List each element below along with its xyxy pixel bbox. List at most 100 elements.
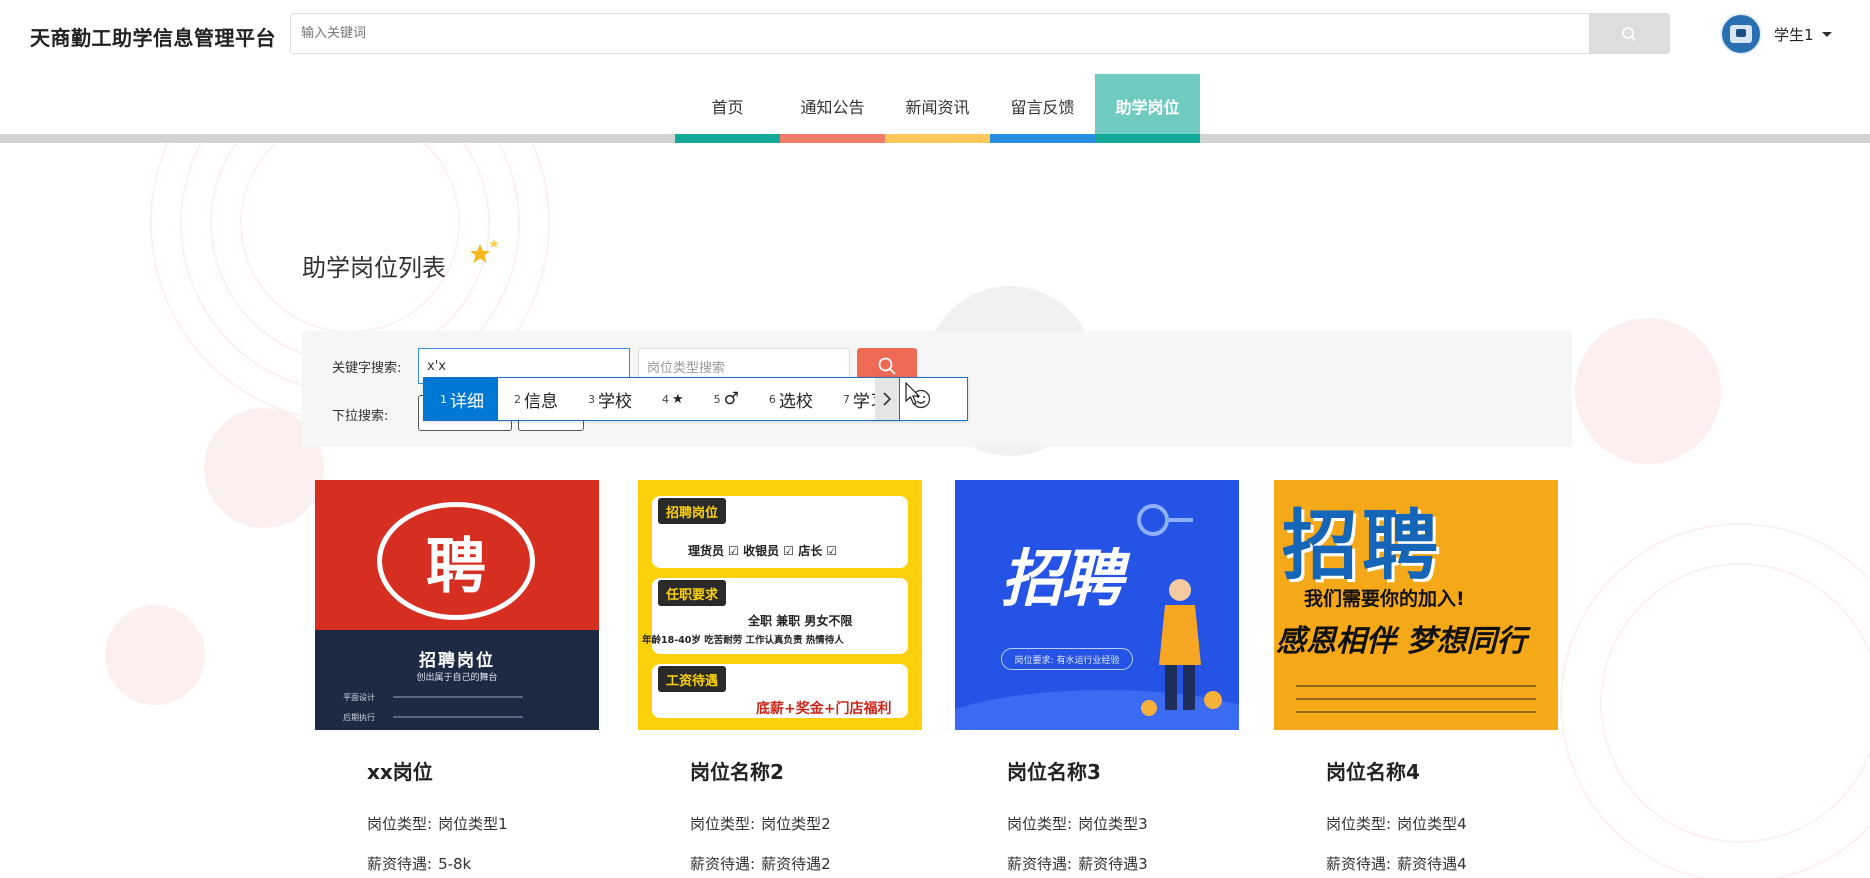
job-card-image[interactable]: 聘 招聘岗位 创出属于自己的舞台 平面设计 后期执行 — [315, 480, 599, 730]
job-card-image[interactable]: 招聘 我们需要你的加入! 感恩相伴 梦想同行 — [1274, 480, 1558, 730]
job-card-type-row: 岗位类型: 岗位类型4 — [1326, 813, 1467, 834]
user-name: 学生1 — [1774, 25, 1814, 44]
nav-item-feedback[interactable]: 留言反馈 — [990, 74, 1095, 143]
poster-fine-line — [1296, 698, 1536, 700]
top-header: 天商勤工助学信息管理平台 学生1 — [0, 0, 1870, 68]
user-menu[interactable]: 学生1 — [1720, 13, 1832, 55]
nav-item-bar — [990, 134, 1095, 143]
top-search-button[interactable] — [1589, 14, 1669, 53]
ime-candidate[interactable]: 2 信息 — [498, 378, 572, 420]
nav-item-bar — [780, 134, 885, 143]
ime-candidate-text: 学习 — [852, 391, 875, 412]
job-card-image[interactable]: 招聘 岗位要求: 有水运行业经验 — [955, 480, 1239, 730]
magnifier-icon — [1137, 504, 1193, 536]
job-type-label: 岗位类型: — [1007, 815, 1073, 833]
dropdown-search-label: 下拉搜索: — [332, 409, 389, 424]
job-card-title[interactable]: 岗位名称2 — [690, 756, 784, 785]
poster-hire-text: 招聘 — [1282, 501, 1442, 590]
ime-candidate-text: ♂ — [723, 389, 739, 409]
nav-item-label: 通知公告 — [800, 98, 865, 117]
job-card-type-row: 岗位类型: 岗位类型2 — [690, 813, 831, 834]
job-type-label: 岗位类型: — [1326, 815, 1392, 833]
main-nav: 首页 通知公告 新闻资讯 留言反馈 助学岗位 — [675, 74, 1200, 143]
poster-tag: 招聘岗位 — [658, 498, 727, 524]
main-content: 助学岗位列表 关键字搜索: x'x 岗位类型搜索 下拉搜索: 聘 招聘岗位 创出… — [0, 143, 1870, 878]
poster-tag: 任职要求 — [658, 580, 727, 606]
job-type-value: 岗位类型4 — [1397, 815, 1467, 833]
ime-candidate[interactable]: 4 ★ — [646, 378, 698, 420]
job-card-title[interactable]: 岗位名称3 — [1007, 756, 1101, 785]
poster-char: 聘 — [426, 531, 486, 602]
salary-label: 薪资待遇: — [367, 855, 433, 873]
ime-candidate-number: 3 — [588, 392, 595, 406]
job-card-type-row: 岗位类型: 岗位类型3 — [1007, 813, 1148, 834]
nav-item-bar — [885, 134, 990, 143]
poster-tag: 工资待遇 — [658, 666, 727, 692]
keyword-input-value: x'x — [427, 358, 446, 374]
nav-item-home[interactable]: 首页 — [675, 74, 780, 143]
job-card-salary-row: 薪资待遇: 5-8k — [367, 853, 471, 874]
job-card-image[interactable]: 招聘岗位 理货员 ☑ 收银员 ☑ 店长 ☑ 任职要求 全职 兼职 男女不限 年龄… — [638, 480, 922, 730]
ime-candidate-number: 5 — [713, 392, 721, 406]
job-card[interactable]: 招聘岗位 理货员 ☑ 收银员 ☑ 店长 ☑ 任职要求 全职 兼职 男女不限 年龄… — [638, 480, 922, 878]
poster-subtitle: 创出属于自己的舞台 — [416, 673, 498, 683]
site-brand[interactable]: 天商勤工助学信息管理平台 — [30, 22, 276, 51]
search-icon — [1622, 26, 1637, 41]
nav-item-news[interactable]: 新闻资讯 — [885, 74, 990, 143]
job-card-title[interactable]: 岗位名称4 — [1326, 756, 1420, 785]
top-search-input[interactable] — [291, 14, 1589, 53]
nav-item-jobs[interactable]: 助学岗位 — [1095, 74, 1200, 143]
salary-label: 薪资待遇: — [690, 855, 756, 873]
job-card-type-row: 岗位类型: 岗位类型1 — [367, 813, 508, 834]
ime-candidate[interactable]: 7学习 — [827, 378, 875, 420]
poster-line-label: 平面设计 — [343, 693, 375, 702]
ime-candidate-number: 2 — [514, 392, 521, 406]
ime-candidate-text: 学校 — [598, 391, 632, 412]
poster-roles: 理货员 ☑ 收银员 ☑ 店长 ☑ — [688, 544, 838, 558]
salary-value: 5-8k — [438, 855, 472, 873]
ime-candidate-bar: 1详细 2信息 3学校 4★ 5♂ 6选校 7学习 — [423, 377, 968, 421]
ime-candidate-number: 1 — [440, 392, 447, 406]
job-card[interactable]: 招聘 我们需要你的加入! 感恩相伴 梦想同行 岗位名称4 岗位类型: 岗位类型4 … — [1274, 480, 1558, 878]
ime-candidate[interactable]: 6 选校 — [753, 378, 827, 420]
mouse-cursor-icon — [905, 382, 921, 405]
page-title: 助学岗位列表 — [302, 254, 446, 282]
job-card[interactable]: 招聘 岗位要求: 有水运行业经验 岗位名称3 岗位类型: 岗位类型3 薪资待遇: 薪… — [955, 480, 1239, 878]
salary-label: 薪资待遇: — [1326, 855, 1392, 873]
poster-fine-line — [393, 696, 523, 698]
avatar[interactable] — [1720, 13, 1762, 55]
poster-requirements-detail: 年龄18-40岁 吃苦耐劳 工作认真负责 热情待人 — [642, 635, 844, 646]
job-card-title[interactable]: xx岗位 — [367, 756, 433, 785]
search-icon — [878, 357, 896, 375]
salary-value: 薪资待遇4 — [1397, 855, 1467, 873]
poster-requirement-pill: 岗位要求: 有水运行业经验 — [1001, 648, 1133, 670]
salary-label: 薪资待遇: — [1007, 855, 1073, 873]
star-icon — [470, 239, 499, 263]
job-card-salary-row: 薪资待遇: 薪资待遇3 — [1007, 853, 1148, 874]
ime-candidate[interactable]: 1 详细 — [424, 378, 498, 420]
ime-next-page-button[interactable] — [874, 378, 899, 420]
poster-fine-line — [393, 716, 523, 718]
poster-title: 招聘岗位 — [419, 651, 495, 671]
nav-item-bar — [675, 134, 780, 143]
nav-item-bar — [1095, 134, 1200, 143]
poster-slogan: 我们需要你的加入! — [1304, 588, 1465, 610]
ime-candidate-text: 详细 — [450, 391, 484, 412]
poster-pay: 底薪+奖金+门店福利 — [756, 701, 892, 717]
job-card-salary-row: 薪资待遇: 薪资待遇4 — [1326, 853, 1467, 874]
nav-item-notices[interactable]: 通知公告 — [780, 74, 885, 143]
job-card[interactable]: 聘 招聘岗位 创出属于自己的舞台 平面设计 后期执行 xx岗位 岗位类型: 岗位类… — [315, 480, 599, 878]
ime-candidate[interactable]: 5 ♂ — [698, 378, 753, 420]
ime-candidate-number: 6 — [768, 392, 776, 406]
ime-candidate[interactable]: 3 学校 — [572, 378, 646, 420]
nav-item-label: 新闻资讯 — [905, 98, 970, 117]
poster-hire-emblem: 聘 — [377, 502, 535, 620]
person-illustration-icon — [1141, 579, 1222, 716]
job-type-placeholder: 岗位类型搜索 — [647, 360, 726, 376]
nav-item-label: 助学岗位 — [1115, 98, 1180, 117]
ime-candidate-text: ★ — [672, 391, 684, 407]
salary-value: 薪资待遇2 — [761, 855, 831, 873]
job-card-salary-row: 薪资待遇: 薪资待遇2 — [690, 853, 831, 874]
poster-lower-panel: 招聘岗位 创出属于自己的舞台 平面设计 后期执行 — [315, 630, 599, 730]
ime-candidate-text: 选校 — [778, 391, 813, 412]
